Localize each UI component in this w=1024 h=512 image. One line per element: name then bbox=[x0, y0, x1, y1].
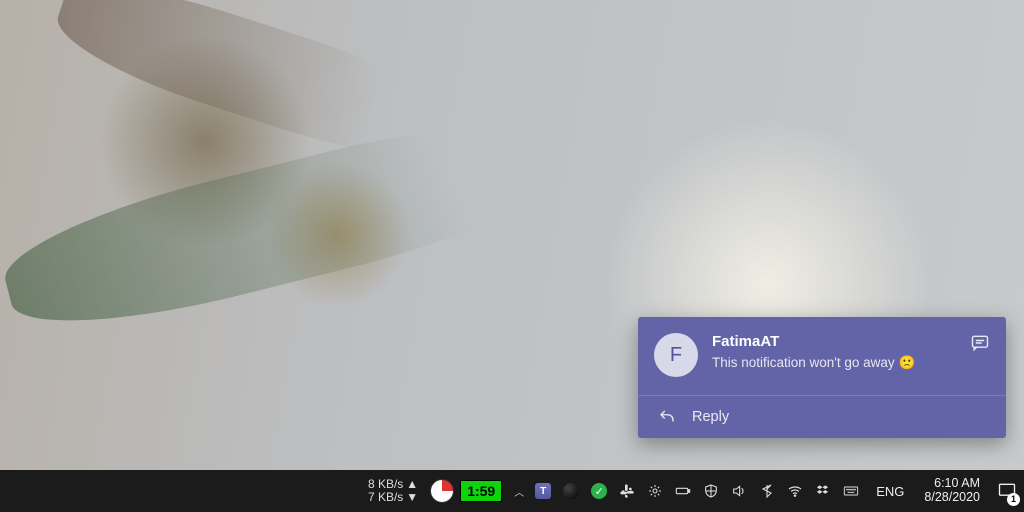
dropbox-icon[interactable] bbox=[814, 482, 832, 500]
toast-sender: FatimaAT bbox=[712, 333, 956, 351]
language-code: ENG bbox=[876, 484, 904, 499]
avatar-initial: F bbox=[670, 344, 682, 367]
clock-date: 8/28/2020 bbox=[924, 491, 980, 505]
toast-message-text: This notification won't go away bbox=[712, 355, 895, 370]
teams-tray-icon[interactable] bbox=[534, 482, 552, 500]
toast-body[interactable]: F FatimaAT This notification won't go aw… bbox=[638, 317, 1006, 395]
timer-value: 1:59 bbox=[467, 483, 495, 499]
timer-widget[interactable]: 1:59 bbox=[460, 480, 502, 502]
frown-emoji: 🙁 bbox=[898, 355, 915, 371]
chat-icon[interactable] bbox=[970, 333, 990, 353]
steam-tray-icon[interactable] bbox=[562, 482, 580, 500]
tray-overflow-chevron-icon[interactable]: ︿ bbox=[510, 484, 528, 499]
reply-label: Reply bbox=[692, 409, 729, 425]
sender-avatar: F bbox=[654, 333, 698, 377]
volume-icon[interactable] bbox=[730, 482, 748, 500]
disk-usage-pie-icon[interactable] bbox=[430, 479, 454, 503]
touch-keyboard-icon[interactable] bbox=[842, 482, 860, 500]
download-speed: 7 KB/s bbox=[368, 491, 403, 504]
app-tray-icon[interactable] bbox=[646, 482, 664, 500]
wifi-icon[interactable] bbox=[786, 482, 804, 500]
security-shield-icon[interactable] bbox=[702, 482, 720, 500]
bluetooth-icon[interactable] bbox=[758, 482, 776, 500]
network-speed-indicator[interactable]: 8 KB/s▲ 7 KB/s▼ bbox=[362, 478, 424, 503]
reply-arrow-icon bbox=[658, 408, 676, 426]
reply-button[interactable]: Reply bbox=[638, 395, 1006, 438]
toast-text: FatimaAT This notification won't go away… bbox=[712, 333, 956, 371]
status-ok-icon[interactable]: ✓ bbox=[590, 482, 608, 500]
taskbar: 8 KB/s▲ 7 KB/s▼ 1:59 ︿ ✓ bbox=[0, 470, 1024, 512]
clock-time: 6:10 AM bbox=[934, 477, 980, 491]
battery-icon[interactable] bbox=[674, 482, 692, 500]
action-center-button[interactable]: 1 bbox=[990, 470, 1024, 512]
clock[interactable]: 6:10 AM 8/28/2020 bbox=[914, 477, 990, 505]
slack-tray-icon[interactable] bbox=[618, 482, 636, 500]
teams-notification-toast: F FatimaAT This notification won't go aw… bbox=[638, 317, 1006, 438]
toast-message: This notification won't go away 🙁 bbox=[712, 355, 956, 371]
language-indicator[interactable]: ENG bbox=[866, 484, 914, 499]
system-tray: ✓ bbox=[528, 482, 866, 500]
notification-count-badge: 1 bbox=[1007, 493, 1020, 506]
down-arrow-icon: ▼ bbox=[406, 491, 418, 504]
